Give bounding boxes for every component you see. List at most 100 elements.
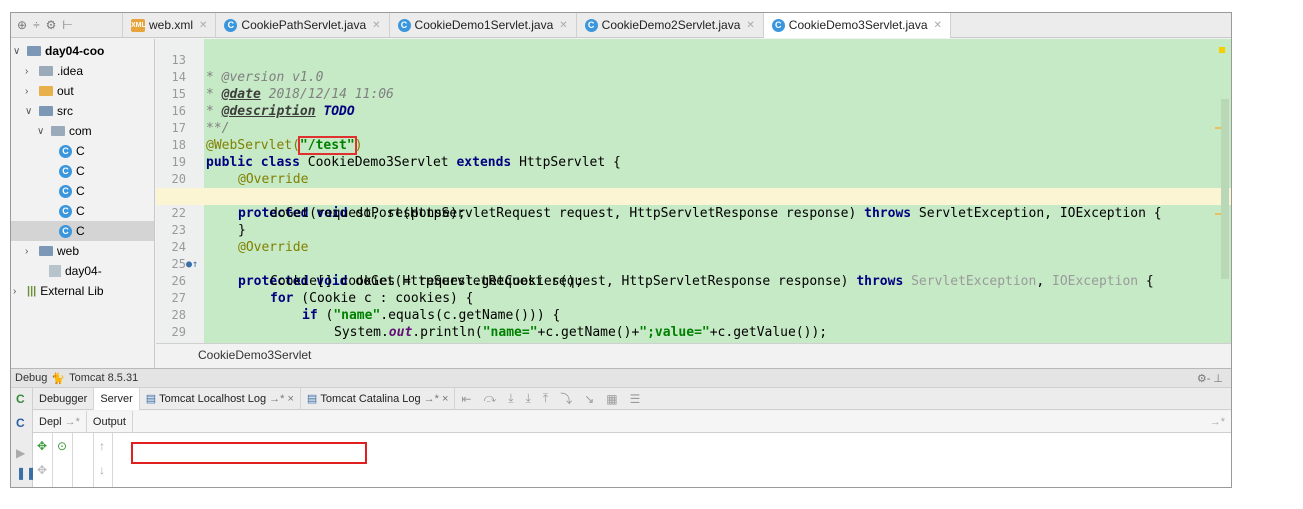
server-sub-tabs: Depl →* Output →* bbox=[33, 410, 1231, 433]
show-execution-point-icon[interactable]: ⇤ bbox=[455, 392, 477, 406]
code-line: 26 for (Cookie c : cookies) { bbox=[156, 256, 1231, 306]
tree-item-external-libraries[interactable]: › ||| External Lib bbox=[13, 281, 104, 301]
tree-label: day04- bbox=[65, 264, 102, 278]
module-file-icon bbox=[49, 265, 61, 277]
evaluate-icon[interactable]: ▦ bbox=[600, 392, 623, 406]
tab-tomcat-localhost-log[interactable]: ▤ Tomcat Localhost Log →* × bbox=[140, 387, 301, 410]
folder-icon bbox=[39, 86, 53, 96]
tab-cookiedemo3servlet[interactable]: C CookieDemo3Servlet.java ✕ bbox=[763, 13, 951, 38]
settings-icon[interactable]: ⚙- ⊥ bbox=[1197, 372, 1223, 385]
close-icon[interactable]: ✕ bbox=[199, 20, 207, 31]
tree-label: com bbox=[69, 124, 92, 138]
tab-label: CookieDemo3Servlet.java bbox=[788, 18, 928, 32]
chevron-right-icon[interactable]: › bbox=[25, 86, 35, 97]
code-line: 17 @WebServlet("/test") bbox=[156, 103, 1231, 155]
pin-icon[interactable]: →* bbox=[1210, 416, 1225, 428]
tree-item-class[interactable]: CC bbox=[59, 161, 85, 181]
pin-icon[interactable]: →* bbox=[65, 416, 80, 428]
gear-icon[interactable]: ⚙ bbox=[46, 18, 57, 32]
chevron-down-icon[interactable]: ∨ bbox=[25, 106, 35, 117]
step-over-icon[interactable]: ⤼ bbox=[477, 391, 502, 406]
pin-close-icon[interactable]: →* × bbox=[424, 393, 449, 405]
tree-item-iml[interactable]: day04- bbox=[49, 261, 102, 281]
inspection-status-icon[interactable] bbox=[1219, 47, 1225, 53]
tab-cookiedemo2servlet[interactable]: C CookieDemo2Servlet.java ✕ bbox=[577, 13, 764, 38]
tab-label: Debugger bbox=[39, 392, 88, 405]
trace-icon[interactable]: ☰ bbox=[624, 392, 647, 406]
breadcrumb[interactable]: CookieDemo3Servlet bbox=[156, 343, 1231, 367]
chevron-right-icon[interactable]: › bbox=[25, 66, 35, 77]
folder-icon bbox=[27, 46, 41, 56]
tab-label: Tomcat Catalina Log bbox=[320, 392, 421, 405]
code-editor[interactable]: 13 * @version v1.0 14 * @date 2018/12/14… bbox=[156, 39, 1231, 343]
chevron-down-icon[interactable]: ∨ bbox=[13, 46, 23, 57]
class-icon: C bbox=[397, 18, 411, 32]
class-icon: C bbox=[59, 164, 72, 178]
tree-item-class[interactable]: CC bbox=[59, 141, 85, 161]
collapse-icon[interactable]: ÷ bbox=[33, 18, 40, 32]
close-icon[interactable]: ✕ bbox=[372, 20, 380, 31]
update-icon[interactable]: C bbox=[16, 416, 25, 430]
tab-tomcat-catalina-log[interactable]: ▤ Tomcat Catalina Log →* × bbox=[301, 387, 456, 410]
output-highlight-box bbox=[131, 442, 367, 464]
resume-icon[interactable]: ▶ bbox=[16, 446, 25, 460]
deploy-icon[interactable]: ✥ bbox=[37, 439, 47, 453]
undeploy-icon[interactable]: ✥ bbox=[37, 463, 47, 477]
debug-tabs: Debugger Server ▤ Tomcat Localhost Log →… bbox=[33, 387, 1231, 410]
code-line: 29 } bbox=[156, 307, 1231, 343]
tab-cookiepathservlet[interactable]: C CookiePathServlet.java ✕ bbox=[216, 13, 390, 38]
code-line-current: 22 } bbox=[156, 188, 1231, 238]
tab-server[interactable]: Server bbox=[94, 387, 140, 410]
class-icon: C bbox=[771, 18, 785, 32]
tree-item-web[interactable]: › web bbox=[25, 241, 79, 261]
close-icon[interactable]: ✕ bbox=[934, 20, 942, 31]
hide-icon[interactable]: ⊢ bbox=[62, 18, 72, 32]
tree-item-out[interactable]: › out bbox=[25, 81, 74, 101]
status-column: ⊙ bbox=[53, 433, 73, 487]
tab-debugger[interactable]: Debugger bbox=[33, 387, 95, 410]
run-config-name[interactable]: Tomcat 8.5.31 bbox=[69, 372, 138, 384]
tab-deployment[interactable]: Depl →* bbox=[33, 410, 87, 433]
class-icon: C bbox=[584, 18, 598, 32]
tab-output[interactable]: Output bbox=[87, 410, 133, 433]
chevron-right-icon[interactable]: › bbox=[25, 246, 35, 257]
code-line: 25 Cookie[] cookies = request.getCookies… bbox=[156, 239, 1231, 289]
tree-item-class[interactable]: CC bbox=[59, 201, 85, 221]
tree-item-com[interactable]: ∨ com bbox=[37, 121, 92, 141]
tree-item-src[interactable]: ∨ src bbox=[25, 101, 73, 121]
close-icon[interactable]: ✕ bbox=[559, 20, 567, 31]
class-icon: C bbox=[59, 224, 72, 238]
run-to-cursor-icon[interactable]: ↘ bbox=[578, 392, 600, 406]
down-arrow-icon[interactable]: ↓ bbox=[99, 463, 105, 477]
tree-item-idea[interactable]: › .idea bbox=[25, 61, 83, 81]
sync-icon[interactable]: ⊕ bbox=[17, 18, 27, 32]
chevron-down-icon[interactable]: ∨ bbox=[37, 126, 47, 137]
package-icon bbox=[51, 126, 65, 136]
tree-label: out bbox=[57, 84, 74, 98]
tree-item-root[interactable]: ∨ day04-coo bbox=[13, 41, 104, 61]
step-into-icon[interactable]: ⤓ bbox=[502, 391, 519, 406]
pin-close-icon[interactable]: →* × bbox=[269, 393, 294, 405]
project-tree: ∨ day04-coo › .idea › out ∨ src ∨ com CC… bbox=[11, 39, 155, 369]
close-icon[interactable]: ✕ bbox=[746, 20, 754, 31]
chevron-right-icon[interactable]: › bbox=[13, 286, 23, 297]
code-line: 13 * @version v1.0 bbox=[156, 39, 1231, 85]
step-out-icon[interactable]: ⤒ bbox=[537, 391, 554, 406]
up-arrow-icon[interactable]: ↑ bbox=[99, 439, 105, 453]
tree-label: C bbox=[76, 184, 85, 198]
tab-cookiedemo1servlet[interactable]: C CookieDemo1Servlet.java ✕ bbox=[390, 13, 577, 38]
tree-label: src bbox=[57, 104, 73, 118]
tree-item-class-selected[interactable]: CC bbox=[11, 221, 154, 241]
editor-scrollbar[interactable] bbox=[1221, 99, 1229, 279]
tab-label: Depl bbox=[39, 415, 62, 428]
ide-window: ⊕ ÷ ⚙ ⊢ XML web.xml ✕ C CookiePathServle… bbox=[10, 12, 1232, 488]
output-panel[interactable]: ✥ ✥ ⊙ ↑ ↓ bbox=[33, 433, 1231, 487]
tab-label: Server bbox=[100, 392, 133, 405]
tab-label: Output bbox=[92, 415, 126, 428]
force-step-into-icon[interactable]: ⤓ bbox=[520, 391, 537, 406]
tree-item-class[interactable]: CC bbox=[59, 181, 85, 201]
tab-web-xml[interactable]: XML web.xml ✕ bbox=[123, 13, 217, 38]
drop-frame-icon[interactable]: ⤵ bbox=[554, 390, 578, 407]
rerun-icon[interactable]: C bbox=[16, 392, 25, 406]
debug-title: Debug bbox=[15, 372, 48, 384]
